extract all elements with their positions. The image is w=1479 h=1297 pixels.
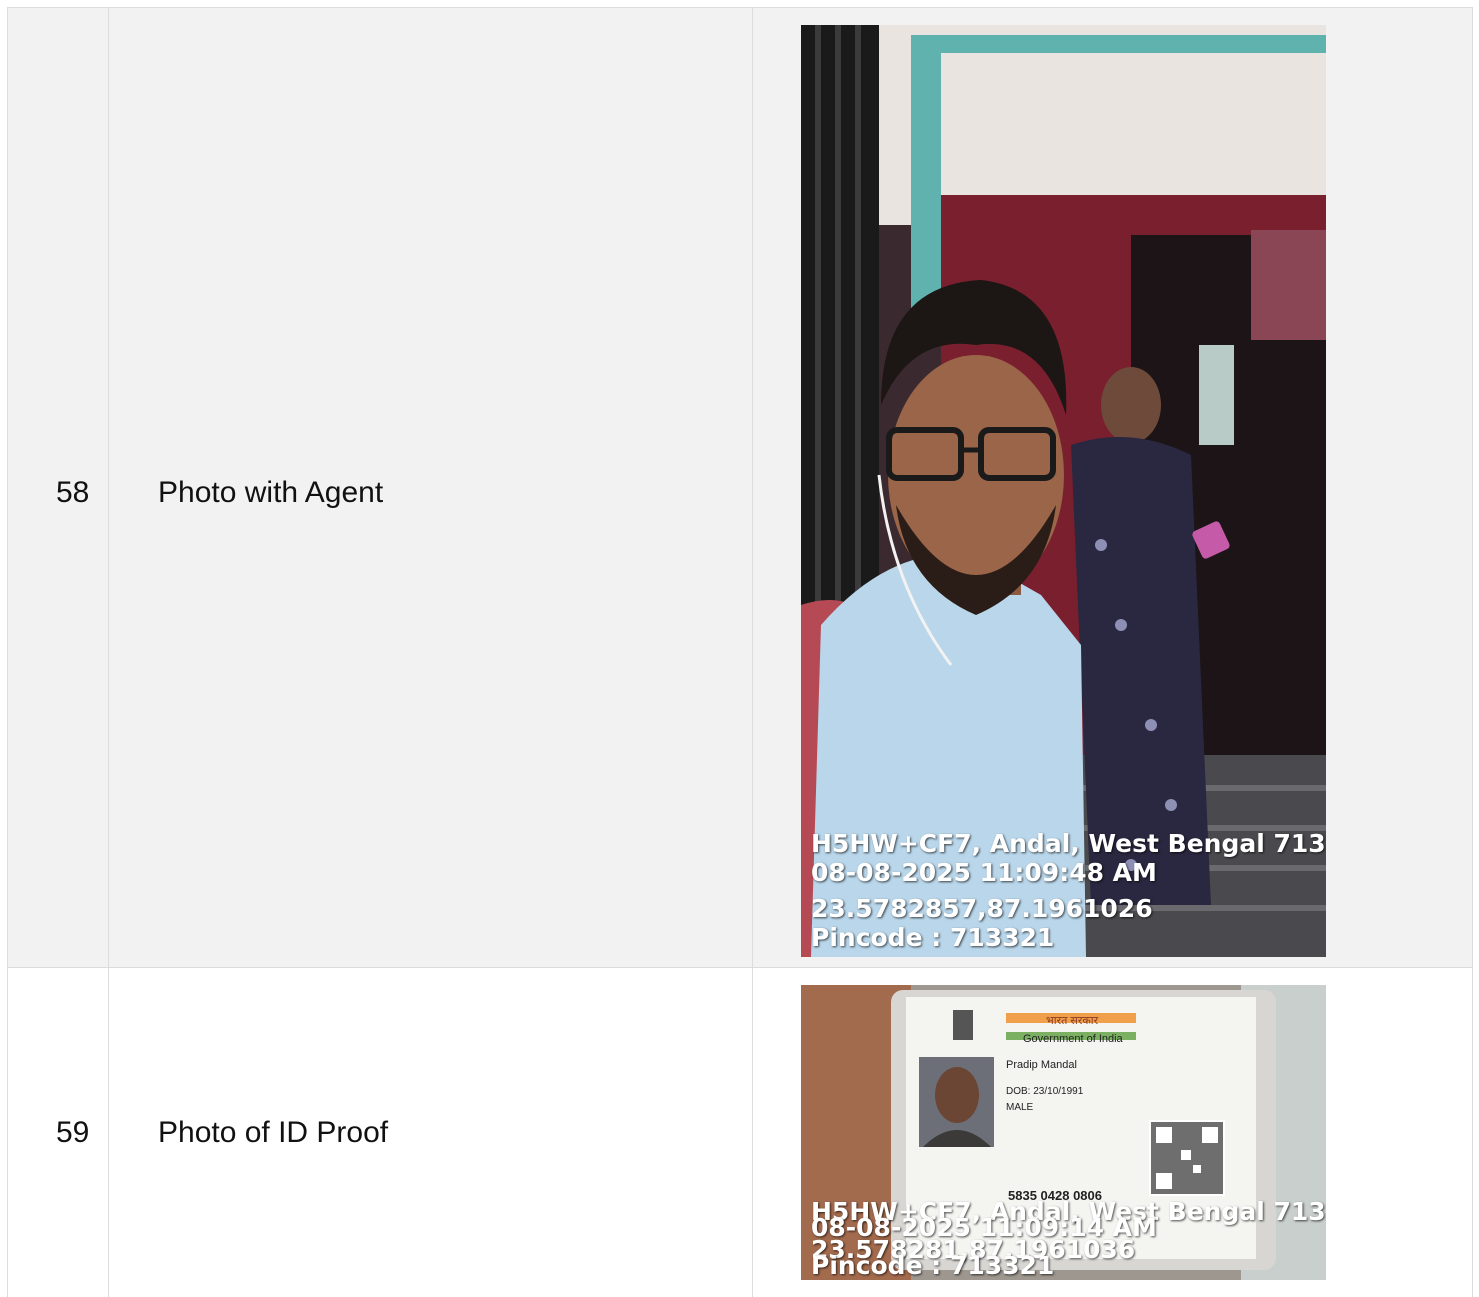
agent-selfie-photo: H5HW+CF7, Andal, West Bengal 713321, Ind… <box>801 25 1326 957</box>
row-photo-cell: भारत सरकार Government of India Pradip Ma… <box>752 968 1473 1297</box>
row-number: 59 <box>56 1116 90 1149</box>
row-label-cell: Photo of ID Proof <box>108 968 753 1297</box>
photo-pincode: Pincode : 713321 <box>811 923 1055 952</box>
id-card-gender: MALE <box>1006 1102 1034 1113</box>
id-proof-photo: भारत सरकार Government of India Pradip Ma… <box>801 985 1326 1280</box>
row-label: Photo with Agent <box>158 476 384 509</box>
row-number-cell: 58 <box>7 8 109 967</box>
row-photo-cell: H5HW+CF7, Andal, West Bengal 713321, Ind… <box>752 8 1473 967</box>
row-label: Photo of ID Proof <box>158 1116 389 1149</box>
row-number: 58 <box>56 476 90 509</box>
photo-coordinates: 23.5782857,87.1961026 <box>811 894 1153 923</box>
row-label-cell: Photo with Agent <box>108 8 753 967</box>
id-card-header-english: Government of India <box>1023 1033 1123 1045</box>
id-card-header-hindi: भारत सरकार <box>1046 1015 1099 1027</box>
table-row: 58 Photo with Agent H5HW+CF7, Andal, Wes… <box>7 7 1473 968</box>
id-card-name: Pradip Mandal <box>1006 1059 1077 1071</box>
row-number-cell: 59 <box>7 968 109 1297</box>
photo-datetime: 08-08-2025 11:09:48 AM <box>811 858 1157 887</box>
table-row: 59 Photo of ID Proof भारत सरकार Governme… <box>7 967 1473 1297</box>
photo-address: H5HW+CF7, Andal, West Bengal 713321, Ind <box>811 829 1326 858</box>
photo-pincode: Pincode : 713321 <box>811 1251 1055 1280</box>
selfie-illustration <box>801 25 1326 957</box>
id-card-dob: DOB: 23/10/1991 <box>1006 1086 1084 1097</box>
